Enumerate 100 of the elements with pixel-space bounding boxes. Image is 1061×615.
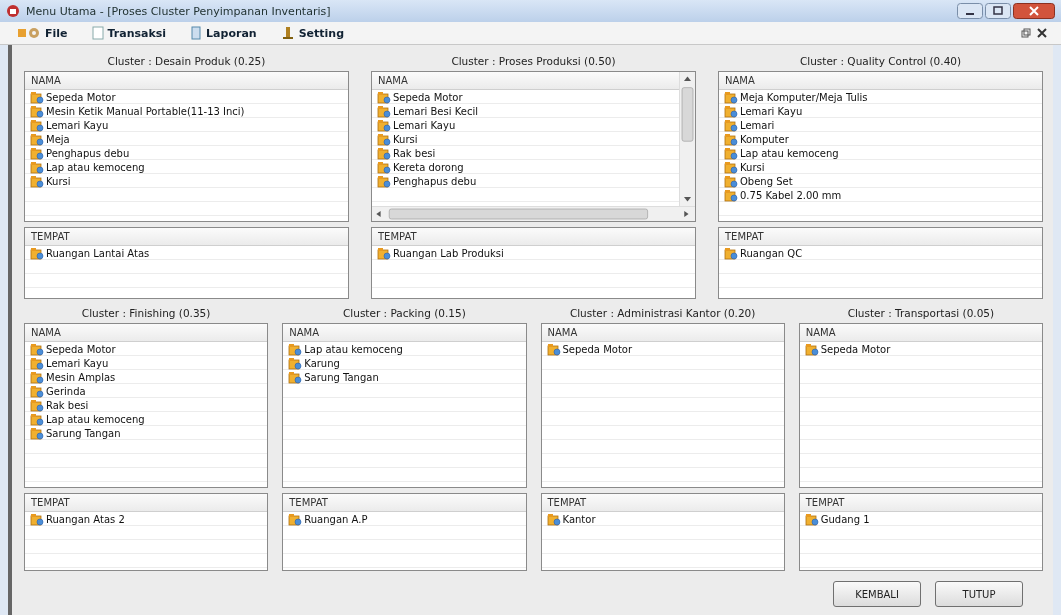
- minimize-icon[interactable]: [957, 3, 983, 19]
- list-item[interactable]: Lap atau kemoceng: [304, 343, 403, 355]
- list-item[interactable]: Lemari Besi Kecil: [393, 105, 478, 117]
- list-item[interactable]: Lemari Kayu: [46, 119, 109, 131]
- item-icon: [30, 370, 44, 384]
- close-icon[interactable]: [1013, 3, 1055, 19]
- list-item[interactable]: Kantor: [562, 513, 596, 525]
- list-item[interactable]: Kursi: [46, 175, 71, 187]
- item-icon: [377, 174, 391, 188]
- list-item[interactable]: Lemari Kayu: [46, 357, 109, 369]
- list-box[interactable]: NAMA Sepeda Motor: [798, 323, 1043, 488]
- column-header[interactable]: TEMPAT: [372, 228, 695, 246]
- list-item[interactable]: Penghapus debu: [46, 147, 130, 159]
- column-header[interactable]: NAMA: [799, 324, 1042, 342]
- list-item[interactable]: Karung: [304, 357, 340, 369]
- item-icon: [724, 104, 738, 118]
- document-icon: [190, 26, 203, 40]
- list-item[interactable]: Mesin Amplas: [46, 371, 116, 383]
- list-item[interactable]: Lemari Kayu: [393, 119, 456, 131]
- list-item[interactable]: Sarung Tangan: [46, 427, 121, 439]
- item-icon: [288, 512, 303, 526]
- list-item[interactable]: Ruangan QC: [740, 247, 803, 259]
- restore-icon[interactable]: [1021, 28, 1031, 38]
- column-header[interactable]: TEMPAT: [25, 494, 268, 512]
- list-item[interactable]: Gerinda: [46, 385, 86, 397]
- item-icon: [377, 246, 391, 260]
- dialog-button[interactable]: KEMBALI: [833, 581, 921, 607]
- list-item[interactable]: Ruangan Lantai Atas: [46, 247, 150, 259]
- item-icon: [30, 356, 44, 370]
- item-icon: [377, 118, 391, 132]
- item-icon: [30, 118, 44, 132]
- column-header[interactable]: TEMPAT: [719, 228, 1042, 246]
- column-header[interactable]: TEMPAT: [25, 228, 348, 246]
- column-header[interactable]: NAMA: [719, 72, 1042, 90]
- list-item[interactable]: Meja: [46, 133, 70, 145]
- list-item[interactable]: Komputer: [740, 133, 789, 145]
- list-item[interactable]: Lap atau kemoceng: [740, 147, 839, 159]
- list-box[interactable]: NAMA Meja Komputer/Meja Tulis Lemari Kayu Lemari Komputer Lap atau kemoceng Kursi Obeng Set 0.75 Kabel 2.00 mm: [718, 71, 1043, 222]
- list-item[interactable]: Lemari Kayu: [740, 105, 803, 117]
- list-item[interactable]: Ruangan Lab Produksi: [393, 247, 504, 259]
- list-item[interactable]: Ruangan Atas 2: [46, 513, 125, 525]
- list-item[interactable]: Gudang 1: [820, 513, 870, 525]
- list-box[interactable]: NAMA Sepeda Motor Lemari Kayu Mesin Amplas Gerinda Rak besi Lap atau kemoceng Sarung Tangan: [24, 323, 269, 488]
- column-header[interactable]: NAMA: [25, 72, 348, 90]
- list-item[interactable]: Sepeda Motor: [46, 91, 116, 103]
- column-header[interactable]: NAMA: [372, 72, 679, 90]
- cluster-title: Cluster : Quality Control (0.40): [799, 55, 962, 67]
- item-icon: [546, 342, 561, 356]
- list-item[interactable]: Sepeda Motor: [562, 343, 633, 355]
- dialog-button[interactable]: TUTUP: [935, 581, 1023, 607]
- list-box[interactable]: NAMA Lap atau kemoceng Karung Sarung Tangan: [282, 323, 527, 488]
- list-item[interactable]: Sepeda Motor: [46, 343, 116, 355]
- list-item[interactable]: Penghapus debu: [393, 175, 477, 187]
- item-icon: [288, 342, 303, 356]
- column-header[interactable]: NAMA: [541, 324, 784, 342]
- item-icon: [724, 174, 738, 188]
- menu-item[interactable]: Setting: [277, 24, 347, 42]
- item-icon: [377, 146, 391, 160]
- item-icon: [30, 512, 44, 526]
- list-item[interactable]: Sepeda Motor: [393, 91, 463, 103]
- list-item[interactable]: Kursi: [393, 133, 418, 145]
- item-icon: [724, 160, 738, 174]
- item-icon: [30, 398, 44, 412]
- list-item[interactable]: Kereta dorong: [393, 161, 464, 173]
- menu-item[interactable]: Transaksi: [88, 24, 170, 42]
- list-item[interactable]: Sepeda Motor: [820, 343, 891, 355]
- item-icon: [30, 412, 44, 426]
- item-icon: [30, 90, 44, 104]
- item-icon: [30, 146, 44, 160]
- list-item[interactable]: Rak besi: [46, 399, 89, 411]
- item-icon: [30, 384, 44, 398]
- list-item[interactable]: 0.75 Kabel 2.00 mm: [740, 189, 842, 201]
- column-header[interactable]: NAMA: [25, 324, 268, 342]
- item-icon: [804, 512, 819, 526]
- list-box[interactable]: NAMA Sepeda Motor Mesin Ketik Manual Portable(11-13 Inci) Lemari Kayu Meja Penghapus debu Lap atau kemoceng Kursi: [24, 71, 349, 222]
- column-header[interactable]: NAMA: [283, 324, 526, 342]
- item-icon: [30, 132, 44, 146]
- list-item[interactable]: Lap atau kemoceng: [46, 413, 145, 425]
- close-icon[interactable]: [1037, 28, 1047, 38]
- list-item[interactable]: Obeng Set: [740, 175, 793, 187]
- list-item[interactable]: Sarung Tangan: [304, 371, 379, 383]
- cluster-title: Cluster : Finishing (0.35): [81, 307, 211, 319]
- item-icon: [30, 342, 44, 356]
- item-icon: [30, 174, 44, 188]
- list-item[interactable]: Rak besi: [393, 147, 436, 159]
- column-header[interactable]: TEMPAT: [799, 494, 1042, 512]
- list-item[interactable]: Mesin Ketik Manual Portable(11-13 Inci): [46, 105, 245, 117]
- column-header[interactable]: TEMPAT: [283, 494, 526, 512]
- list-item[interactable]: Ruangan A.P: [304, 513, 368, 525]
- maximize-icon[interactable]: [985, 3, 1011, 19]
- column-header[interactable]: TEMPAT: [541, 494, 784, 512]
- menu-item[interactable]: File: [14, 24, 71, 42]
- list-item[interactable]: Lemari: [740, 119, 775, 131]
- item-icon: [724, 118, 738, 132]
- item-icon: [30, 246, 44, 260]
- list-box[interactable]: NAMA Sepeda Motor: [540, 323, 785, 488]
- list-item[interactable]: Lap atau kemoceng: [46, 161, 145, 173]
- list-item[interactable]: Meja Komputer/Meja Tulis: [740, 91, 868, 103]
- menu-item[interactable]: Laporan: [187, 24, 260, 42]
- list-item[interactable]: Kursi: [740, 161, 765, 173]
